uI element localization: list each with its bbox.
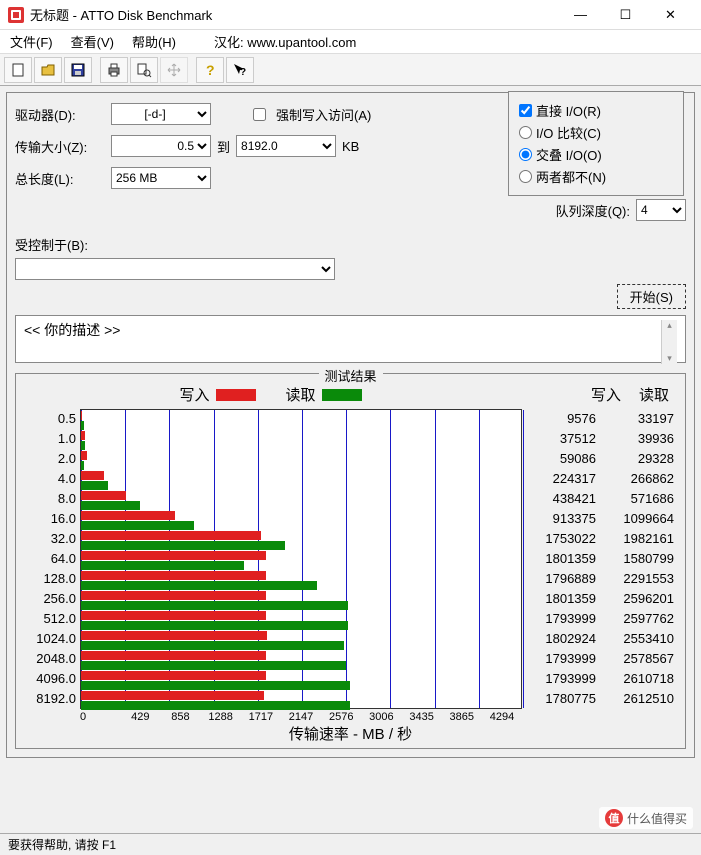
io-neither-radio[interactable] [519, 170, 532, 183]
force-write-checkbox[interactable] [253, 108, 266, 121]
transfer-from-select[interactable]: 0.5 [111, 135, 211, 157]
menu-file[interactable]: 文件(F) [10, 32, 53, 51]
results-fieldset: 测试结果 写入 读取 写入 读取 0.51.02.04.08.016.032.0… [15, 373, 686, 749]
transfer-unit-label: KB [342, 139, 359, 154]
transfer-to-select[interactable]: 8192.0 [236, 135, 336, 157]
description-text: << 你的描述 >> [24, 320, 120, 340]
chart-area: 0.51.02.04.08.016.032.064.0128.0256.0512… [22, 409, 679, 709]
menu-help[interactable]: 帮助(H) [132, 32, 176, 51]
chart-y-labels: 0.51.02.04.08.016.032.064.0128.0256.0512… [22, 409, 80, 709]
write-values-column: 9576375125908622431743842191337517530221… [522, 409, 600, 709]
direct-io-checkbox[interactable] [519, 104, 532, 117]
description-box[interactable]: << 你的描述 >> ▴▾ [15, 315, 686, 363]
drive-label: 驱动器(D): [15, 105, 105, 124]
open-button[interactable] [34, 57, 62, 83]
maximize-button[interactable]: ☐ [603, 0, 648, 30]
window-title: 无标题 - ATTO Disk Benchmark [30, 5, 558, 24]
col-write-header: 写入 [591, 384, 621, 409]
print-button[interactable] [100, 57, 128, 83]
titlebar: 无标题 - ATTO Disk Benchmark — ☐ ✕ [0, 0, 701, 30]
menu-localized: 汉化: www.upantool.com [214, 32, 356, 51]
app-icon [8, 7, 24, 23]
transfer-label: 传输大小(Z): [15, 137, 105, 156]
statusbar: 要获得帮助, 请按 F1 [0, 833, 701, 855]
io-compare-label: I/O 比较(C) [536, 123, 601, 142]
direct-io-label: 直接 I/O(R) [536, 101, 601, 120]
watermark: 值 什么值得买 [599, 807, 693, 829]
io-overlap-label: 交叠 I/O(O) [536, 145, 602, 164]
legend-write-label: 写入 [179, 384, 209, 405]
toolbar: ? ? [0, 54, 701, 86]
force-write-label: 强制写入访问(A) [276, 105, 371, 124]
config-box: 直接 I/O(R) I/O 比较(C) 交叠 I/O(O) 两者都不(N) 驱动… [6, 92, 695, 758]
close-button[interactable]: ✕ [648, 0, 693, 30]
queue-depth-label: 队列深度(Q): [556, 201, 630, 220]
legend-read-label: 读取 [286, 384, 316, 405]
drive-select[interactable]: [-d-] [111, 103, 211, 125]
watermark-text: 什么值得买 [627, 810, 687, 827]
controlled-select[interactable] [15, 258, 335, 280]
print-preview-button[interactable] [130, 57, 158, 83]
minimize-button[interactable]: — [558, 0, 603, 30]
watermark-icon: 值 [605, 809, 623, 827]
results-title: 测试结果 [318, 366, 382, 385]
queue-depth-select[interactable]: 4 [636, 199, 686, 221]
menu-view[interactable]: 查看(V) [71, 32, 114, 51]
io-neither-label: 两者都不(N) [536, 167, 606, 186]
svg-text:?: ? [240, 67, 246, 78]
controlled-label: 受控制于(B): [15, 238, 88, 253]
legend-write-swatch [216, 389, 256, 401]
save-button[interactable] [64, 57, 92, 83]
window-controls: — ☐ ✕ [558, 0, 693, 30]
legend-read-swatch [322, 389, 362, 401]
io-overlap-radio[interactable] [519, 148, 532, 161]
transfer-to-label: 到 [217, 137, 230, 156]
start-button[interactable]: 开始(S) [617, 284, 686, 309]
io-group: 直接 I/O(R) I/O 比较(C) 交叠 I/O(O) 两者都不(N) [508, 91, 684, 196]
col-read-header: 读取 [639, 384, 669, 409]
read-values-column: 3319739936293282668625716861099664198216… [600, 409, 678, 709]
chart-x-label: 传输速率 - MB / 秒 [22, 723, 679, 744]
total-length-select[interactable]: 256 MB [111, 167, 211, 189]
chart-legend: 写入 读取 [22, 384, 519, 405]
status-text: 要获得帮助, 请按 F1 [8, 836, 116, 853]
new-button[interactable] [4, 57, 32, 83]
io-compare-radio[interactable] [519, 126, 532, 139]
description-scrollbar[interactable]: ▴▾ [661, 320, 677, 364]
main-panel: 直接 I/O(R) I/O 比较(C) 交叠 I/O(O) 两者都不(N) 驱动… [0, 86, 701, 764]
menubar: 文件(F) 查看(V) 帮助(H) 汉化: www.upantool.com [0, 30, 701, 54]
total-length-label: 总长度(L): [15, 169, 105, 188]
chart-values-table: 9576375125908622431743842191337517530221… [522, 409, 679, 709]
svg-text:?: ? [206, 62, 215, 78]
context-help-button[interactable]: ? [226, 57, 254, 83]
chart-x-axis: 042985812881717214725763006343538654294 [80, 711, 522, 723]
help-button[interactable]: ? [196, 57, 224, 83]
move-button[interactable] [160, 57, 188, 83]
chart-plot [80, 409, 522, 709]
